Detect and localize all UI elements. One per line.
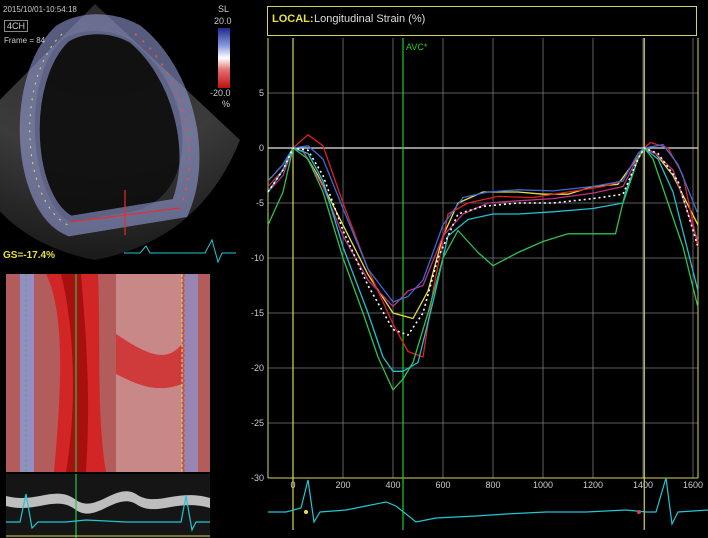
series-line-7 bbox=[267, 147, 699, 336]
x-tick-label: 1200 bbox=[583, 480, 603, 490]
mmode-image bbox=[6, 274, 210, 472]
x-tick-label: 800 bbox=[485, 480, 500, 490]
x-tick-label: 1000 bbox=[533, 480, 553, 490]
chart-title-box: LOCAL: Longitudinal Strain (%) bbox=[267, 6, 697, 36]
y-tick-label: -15 bbox=[251, 308, 264, 318]
y-tick-label: -20 bbox=[251, 363, 264, 373]
scale-top: 20.0 bbox=[214, 16, 232, 26]
y-tick-label: -10 bbox=[251, 253, 264, 263]
mmode-ecg-image bbox=[6, 474, 210, 538]
mmode-ecg-strip bbox=[6, 474, 210, 538]
gs-label: GS=-17.4% bbox=[3, 250, 55, 261]
grid bbox=[268, 38, 698, 479]
avc-marker-label: AVC* bbox=[406, 42, 428, 52]
echo-image-panel: 2015/10/01-10:54:18 4CH Frame = 84 GS=-1… bbox=[0, 0, 246, 268]
y-tick-label: 0 bbox=[259, 143, 264, 153]
x-tick-label: 1400 bbox=[633, 480, 653, 490]
local-label: LOCAL: bbox=[272, 13, 314, 25]
series-line-2 bbox=[267, 134, 699, 358]
x-tick-label: 600 bbox=[435, 480, 450, 490]
scale-title: SL bbox=[218, 4, 230, 14]
y-tick-label: -5 bbox=[256, 198, 264, 208]
x-tick-label: 1600 bbox=[683, 480, 703, 490]
markers: AVC* bbox=[292, 38, 645, 530]
y-tick-label: 5 bbox=[259, 88, 264, 98]
x-tick-label: 200 bbox=[335, 480, 350, 490]
y-tick-label: -30 bbox=[251, 473, 264, 483]
scale-bottom: -20.0 bbox=[210, 88, 231, 98]
x-tick-label: 400 bbox=[385, 480, 400, 490]
strain-chart-panel: LOCAL: Longitudinal Strain (%) 0 200 400 60… bbox=[246, 0, 708, 538]
axes: 0200400600800100012001400160050-5-10-15-… bbox=[251, 38, 703, 490]
chart-title: Longitudinal Strain (%) bbox=[314, 13, 426, 25]
ecg-marker-end bbox=[637, 510, 641, 514]
strain-mmode-map bbox=[6, 274, 210, 472]
scale-unit: % bbox=[222, 99, 231, 109]
y-tick-label: -25 bbox=[251, 418, 264, 428]
ecg-marker-start bbox=[304, 510, 308, 514]
echo-timestamp: 2015/10/01-10:54:18 bbox=[3, 5, 77, 14]
strain-chart: 0200400600800100012001400160050-5-10-15-… bbox=[251, 38, 708, 530]
frame-label: Frame = 84 bbox=[4, 36, 46, 45]
view-label: 4CH bbox=[4, 20, 29, 32]
series-line-6 bbox=[267, 147, 699, 391]
series bbox=[267, 134, 699, 391]
